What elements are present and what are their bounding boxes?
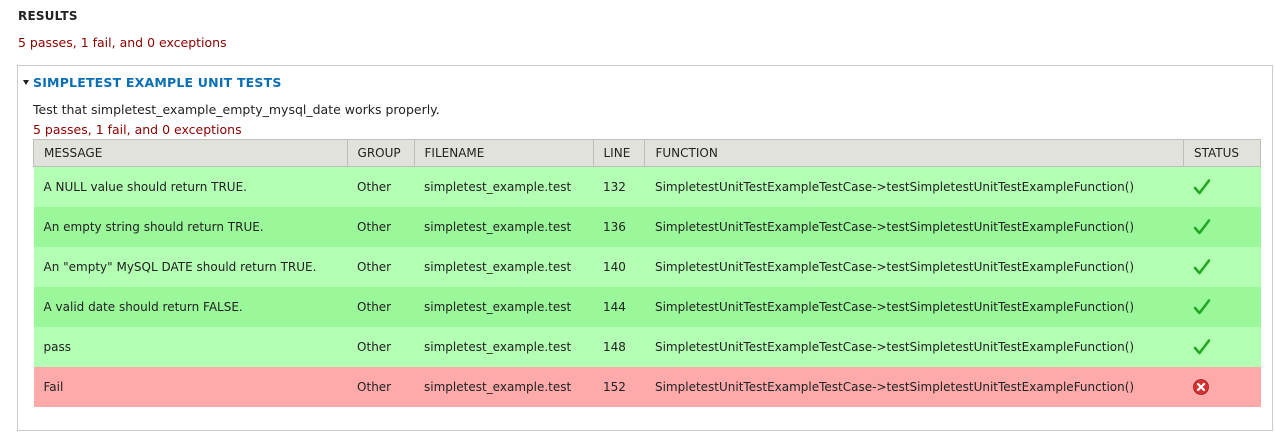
cell-function: SimpletestUnitTestExampleTestCase->testS… xyxy=(644,247,1184,287)
cell-group: Other xyxy=(347,327,415,367)
cell-message: pass xyxy=(33,327,348,367)
checkmark-icon xyxy=(1194,259,1211,275)
cell-filename: simpletest_example.test xyxy=(414,166,593,207)
column-header-status: STATUS xyxy=(1182,139,1262,167)
cell-filename: simpletest_example.test xyxy=(414,327,593,367)
table-row: Fail Other simpletest_example.test 152 Simpl… xyxy=(33,367,1261,407)
column-header-message: MESSAGE xyxy=(33,139,348,167)
column-header-function: FUNCTION xyxy=(644,139,1184,167)
table-row: pass Other simpletest_example.test 148 Simpl… xyxy=(33,327,1261,367)
cell-group: Other xyxy=(347,287,415,327)
table-row: A NULL value should return TRUE. Other sim… xyxy=(33,166,1261,207)
cell-group: Other xyxy=(347,367,415,407)
checkmark-icon xyxy=(1194,299,1211,315)
cell-function: SimpletestUnitTestExampleTestCase->testS… xyxy=(644,207,1184,247)
cell-message: A valid date should return FALSE. xyxy=(33,287,348,327)
table-row: An empty string should return TRUE. Other… xyxy=(33,207,1261,247)
test-group-toggle[interactable]: SIMPLETEST EXAMPLE UNIT TESTS xyxy=(23,75,282,90)
results-heading: RESULTS xyxy=(18,9,78,23)
cell-function: SimpletestUnitTestExampleTestCase->testS… xyxy=(644,166,1184,207)
cell-status xyxy=(1183,207,1261,247)
results-table: MESSAGE GROUP FILENAME LINE FUNCTION STA… xyxy=(33,139,1262,407)
cell-line: 148 xyxy=(593,327,645,367)
cell-function: SimpletestUnitTestExampleTestCase->testS… xyxy=(644,367,1184,407)
test-group-summary: 5 passes, 1 fail, and 0 exceptions xyxy=(33,122,242,137)
table-row: An "empty" MySQL DATE should return TRUE… xyxy=(33,247,1261,287)
table-header-row: MESSAGE GROUP FILENAME LINE FUNCTION STA… xyxy=(33,139,1262,167)
cell-line: 144 xyxy=(593,287,645,327)
cell-message: An "empty" MySQL DATE should return TRUE… xyxy=(33,247,348,287)
test-group-title[interactable]: SIMPLETEST EXAMPLE UNIT TESTS xyxy=(33,75,282,90)
cell-line: 136 xyxy=(593,207,645,247)
results-summary: 5 passes, 1 fail, and 0 exceptions xyxy=(18,35,227,50)
cell-status xyxy=(1183,247,1261,287)
cell-group: Other xyxy=(347,247,415,287)
column-header-filename: FILENAME xyxy=(413,139,594,167)
cell-function: SimpletestUnitTestExampleTestCase->testS… xyxy=(644,327,1184,367)
cell-message: An empty string should return TRUE. xyxy=(33,207,348,247)
cell-status xyxy=(1183,166,1261,207)
cell-status xyxy=(1183,367,1261,407)
cell-status xyxy=(1183,327,1261,367)
cell-filename: simpletest_example.test xyxy=(414,247,593,287)
cell-filename: simpletest_example.test xyxy=(414,367,593,407)
cell-message: A NULL value should return TRUE. xyxy=(33,166,348,207)
cell-line: 132 xyxy=(593,166,645,207)
test-results-page: RESULTS 5 passes, 1 fail, and 0 exceptio… xyxy=(0,0,1275,439)
checkmark-icon xyxy=(1194,179,1211,195)
collapse-arrow-icon xyxy=(23,80,29,85)
cell-status xyxy=(1183,287,1261,327)
error-x-icon xyxy=(1193,379,1210,395)
cell-line: 140 xyxy=(593,247,645,287)
cell-line: 152 xyxy=(593,367,645,407)
cell-filename: simpletest_example.test xyxy=(414,207,593,247)
column-header-group: GROUP xyxy=(346,139,415,167)
test-group-fieldset: SIMPLETEST EXAMPLE UNIT TESTS Test that … xyxy=(17,65,1273,431)
cell-filename: simpletest_example.test xyxy=(414,287,593,327)
checkmark-icon xyxy=(1194,219,1211,235)
cell-group: Other xyxy=(347,207,415,247)
test-group-description: Test that simpletest_example_empty_mysql… xyxy=(33,102,440,117)
cell-group: Other xyxy=(347,166,415,207)
cell-message: Fail xyxy=(33,367,348,407)
column-header-line: LINE xyxy=(592,139,646,167)
table-row: A valid date should return FALSE. Other si… xyxy=(33,287,1261,327)
checkmark-icon xyxy=(1194,339,1211,355)
cell-function: SimpletestUnitTestExampleTestCase->testS… xyxy=(644,287,1184,327)
